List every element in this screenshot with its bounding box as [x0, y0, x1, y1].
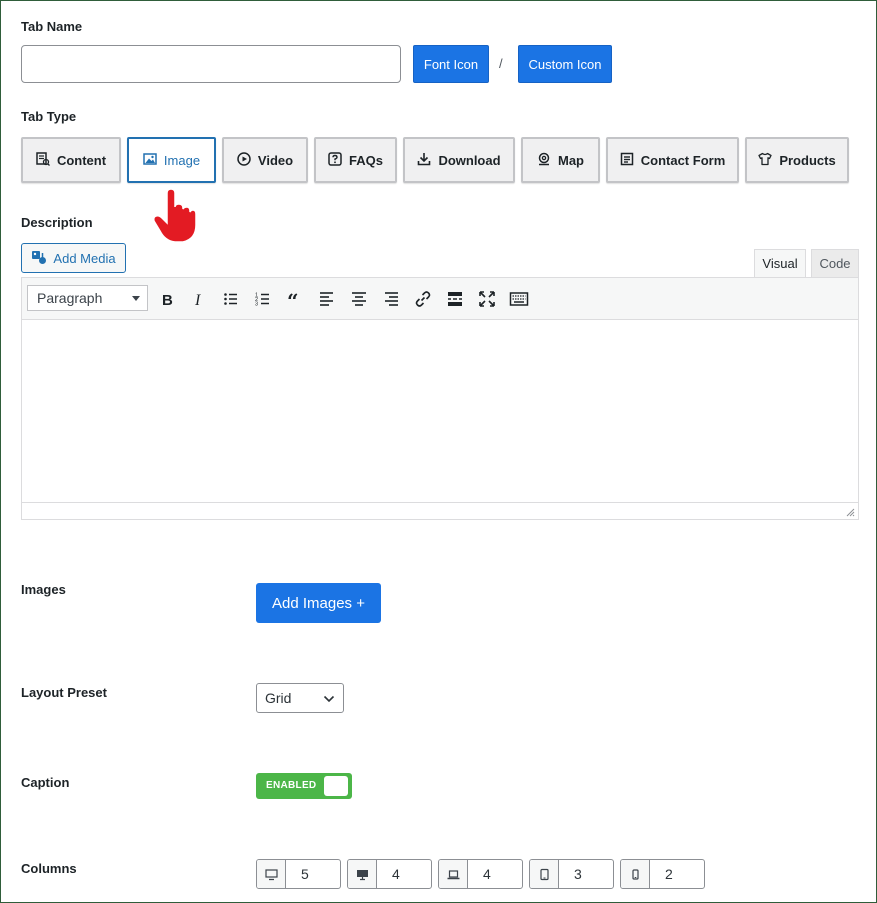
tab-type-label-products: Products [779, 152, 836, 168]
faq-icon [328, 151, 342, 169]
contact-form-icon [620, 152, 634, 169]
tab-type-label-image: Image [163, 152, 201, 168]
content-icon [36, 151, 50, 169]
tablet-icon [530, 860, 559, 888]
caption-toggle[interactable]: ENABLED [256, 773, 352, 799]
font-icon-button[interactable]: Font Icon [413, 45, 489, 83]
desktop-icon [348, 860, 377, 888]
bullet-list-icon[interactable] [221, 289, 241, 309]
products-icon [758, 152, 772, 169]
align-center-icon[interactable] [349, 289, 369, 309]
download-icon [417, 152, 431, 169]
format-select[interactable]: Paragraph [27, 285, 148, 311]
svg-text:3: 3 [255, 302, 258, 308]
editor-toolbar: Paragraph B I 123 “ [22, 278, 858, 320]
editor-tab-visual[interactable]: Visual [754, 249, 806, 278]
svg-text:“: “ [287, 289, 299, 309]
tab-type-label-map: Map [558, 152, 584, 168]
large-desktop-icon [257, 860, 286, 888]
columns-label: Columns [21, 861, 77, 876]
caption-toggle-text: ENABLED [266, 780, 317, 791]
mobile-icon [621, 860, 650, 888]
tab-type-label: Tab Type [21, 109, 77, 124]
toolbar-toggle-icon[interactable] [509, 289, 529, 309]
tab-type-products-button[interactable]: Products [745, 137, 849, 183]
pointer-hand-icon [153, 188, 197, 243]
tab-type-faqs-button[interactable]: FAQs [314, 137, 397, 183]
editor-statusbar [22, 502, 858, 519]
tab-type-map-button[interactable]: Map [521, 137, 600, 183]
custom-icon-button[interactable]: Custom Icon [518, 45, 612, 83]
columns-tablet-field[interactable]: 3 [529, 859, 614, 889]
add-media-icon [31, 249, 47, 268]
toggle-knob [324, 776, 348, 796]
tab-type-label-faqs: FAQs [349, 152, 383, 168]
fullscreen-icon[interactable] [477, 289, 497, 309]
tab-type-label-contact-form: Contact Form [640, 152, 726, 168]
tab-type-label-content: Content [56, 152, 107, 168]
numbered-list-icon[interactable]: 123 [253, 289, 273, 309]
align-left-icon[interactable] [317, 289, 337, 309]
tab-type-label-download: Download [438, 152, 501, 168]
image-icon [143, 152, 157, 169]
video-icon [237, 151, 251, 169]
tab-type-content-button[interactable]: Content [21, 137, 121, 183]
tab-type-video-button[interactable]: Video [222, 137, 308, 183]
icon-separator: / [499, 56, 503, 71]
blockquote-icon[interactable]: “ [285, 289, 305, 313]
caption-label: Caption [21, 775, 70, 790]
tab-name-label: Tab Name [21, 19, 83, 34]
tab-type-contact-form-button[interactable]: Contact Form [606, 137, 739, 183]
chevron-down-icon [132, 296, 140, 301]
settings-panel: Tab Name Font Icon / Custom Icon Tab Typ… [0, 0, 877, 903]
bold-icon[interactable]: B [157, 289, 177, 309]
laptop-icon [439, 860, 468, 888]
layout-preset-select[interactable]: Grid [256, 683, 344, 713]
chevron-down-icon [323, 695, 335, 703]
tab-type-image-button[interactable]: Image [127, 137, 216, 183]
format-select-value: Paragraph [37, 290, 103, 306]
columns-tablet-value: 3 [574, 866, 582, 882]
columns-mobile-value: 2 [665, 866, 673, 882]
rich-text-editor: Paragraph B I 123 “ [21, 277, 859, 520]
map-icon [537, 152, 551, 169]
columns-desktop-field[interactable]: 4 [347, 859, 432, 889]
columns-desktop-value: 4 [392, 866, 400, 882]
add-media-label: Add Media [53, 250, 116, 266]
resize-handle-icon[interactable] [845, 507, 855, 517]
align-right-icon[interactable] [381, 289, 401, 309]
editor-tab-code[interactable]: Code [811, 249, 859, 278]
columns-mobile-field[interactable]: 2 [620, 859, 705, 889]
tab-type-label-video: Video [257, 152, 294, 168]
images-label: Images [21, 582, 66, 597]
editor-content-area[interactable] [22, 320, 858, 503]
columns-laptop-value: 4 [483, 866, 491, 882]
description-label: Description [21, 215, 93, 230]
tab-type-download-button[interactable]: Download [403, 137, 515, 183]
svg-text:I: I [194, 292, 201, 309]
columns-laptop-field[interactable]: 4 [438, 859, 523, 889]
read-more-icon[interactable] [445, 289, 465, 309]
add-images-button[interactable]: Add Images + [256, 583, 381, 623]
svg-text:B: B [162, 292, 173, 309]
link-icon[interactable] [413, 289, 433, 309]
columns-large-desktop-value: 5 [301, 866, 309, 882]
layout-preset-value: Grid [265, 690, 292, 706]
tab-name-input[interactable] [21, 45, 401, 83]
layout-preset-label: Layout Preset [21, 685, 107, 700]
columns-large-desktop-field[interactable]: 5 [256, 859, 341, 889]
add-media-button[interactable]: Add Media [21, 243, 126, 273]
italic-icon[interactable]: I [189, 289, 209, 309]
